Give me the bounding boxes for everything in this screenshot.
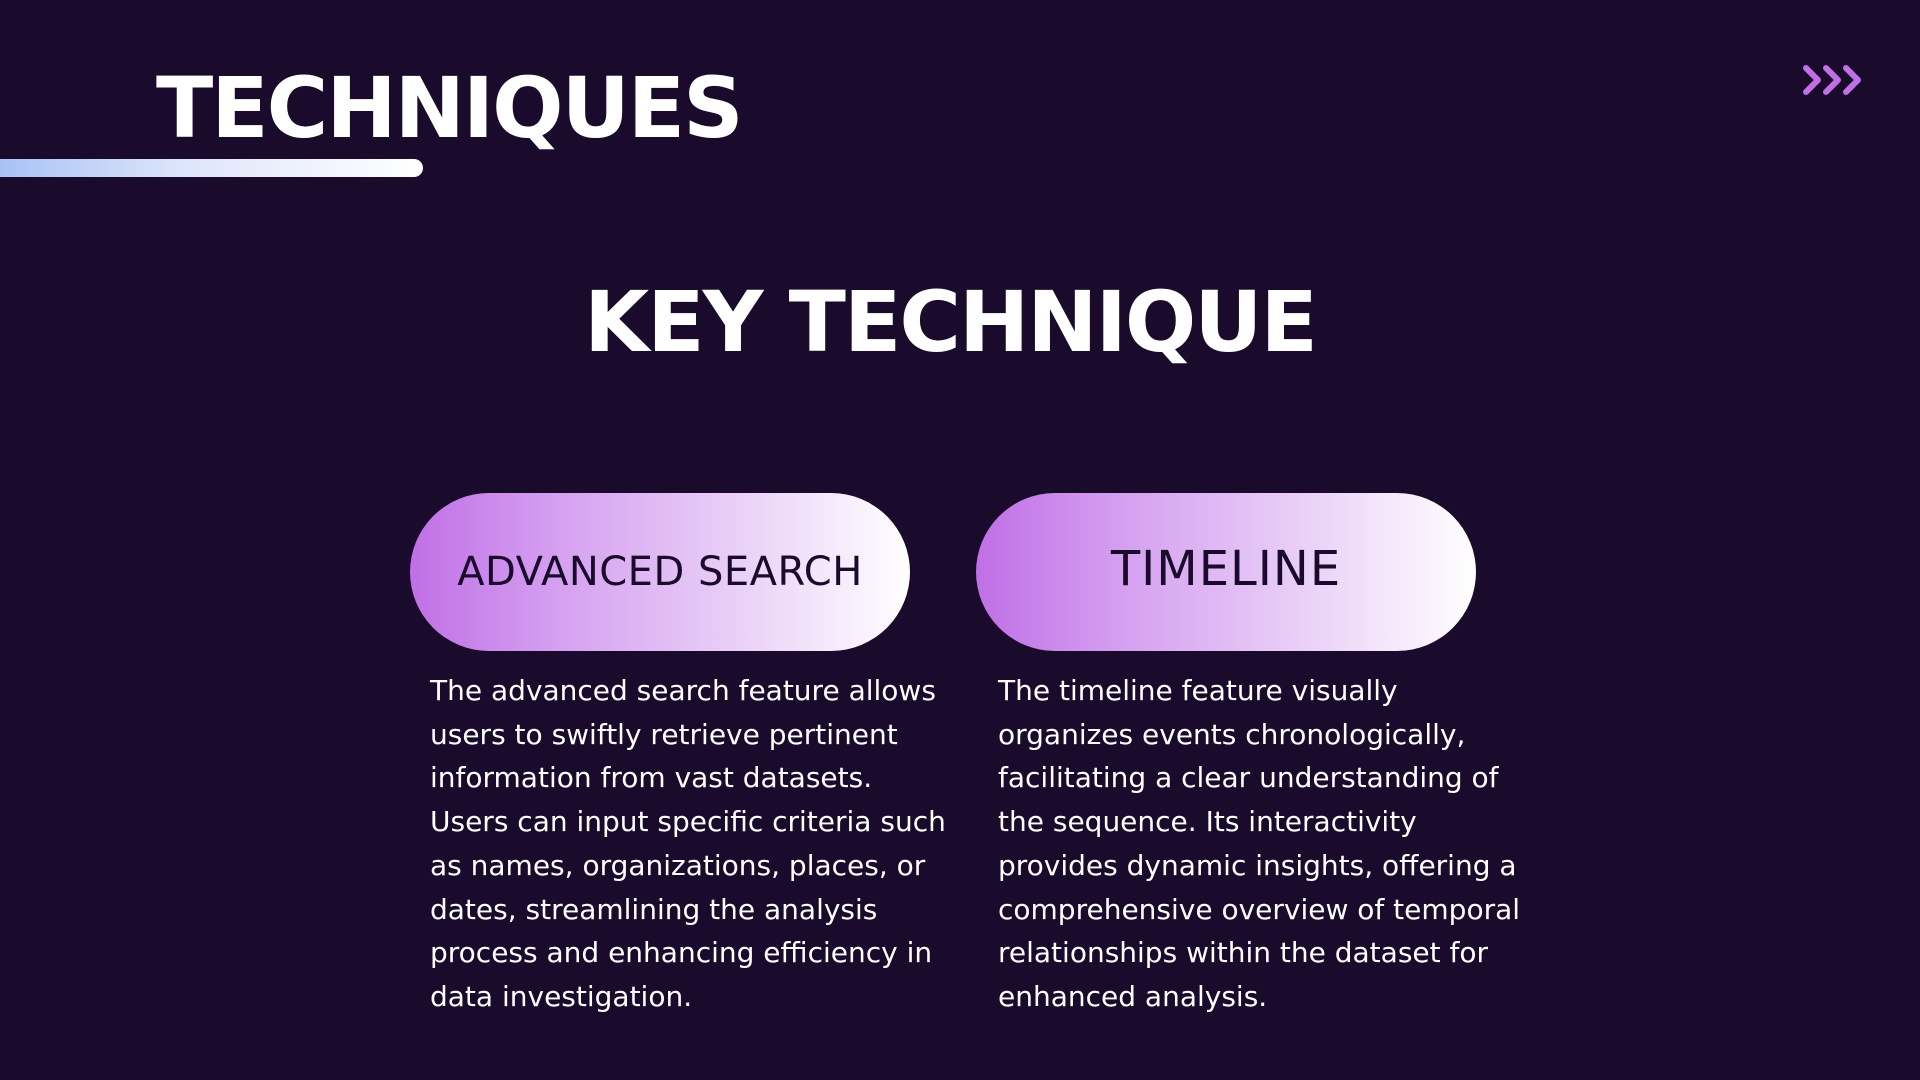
triple-chevron-right-icon[interactable]: [1800, 58, 1868, 102]
advanced-search-button[interactable]: ADVANCED SEARCH: [410, 493, 910, 651]
timeline-description: The timeline feature visually organizes …: [998, 674, 1521, 1013]
advanced-search-description: The advanced search feature allows users…: [430, 674, 946, 1013]
timeline-button[interactable]: TIMELINE: [976, 493, 1476, 651]
technique-card-advanced-search: ADVANCED SEARCH The advanced search feat…: [410, 493, 946, 1019]
header-title: TECHNIQUES: [156, 59, 744, 157]
technique-card-timeline: TIMELINE The timeline feature visually o…: [976, 493, 1520, 1019]
header-underline: [0, 159, 423, 177]
section-title: KEY TECHNIQUE: [584, 273, 1318, 371]
slide: TECHNIQUES KEY TECHNIQUE ADVANCED SEARCH…: [0, 0, 1920, 1080]
timeline-label: TIMELINE: [1110, 541, 1342, 597]
advanced-search-label: ADVANCED SEARCH: [457, 549, 863, 595]
